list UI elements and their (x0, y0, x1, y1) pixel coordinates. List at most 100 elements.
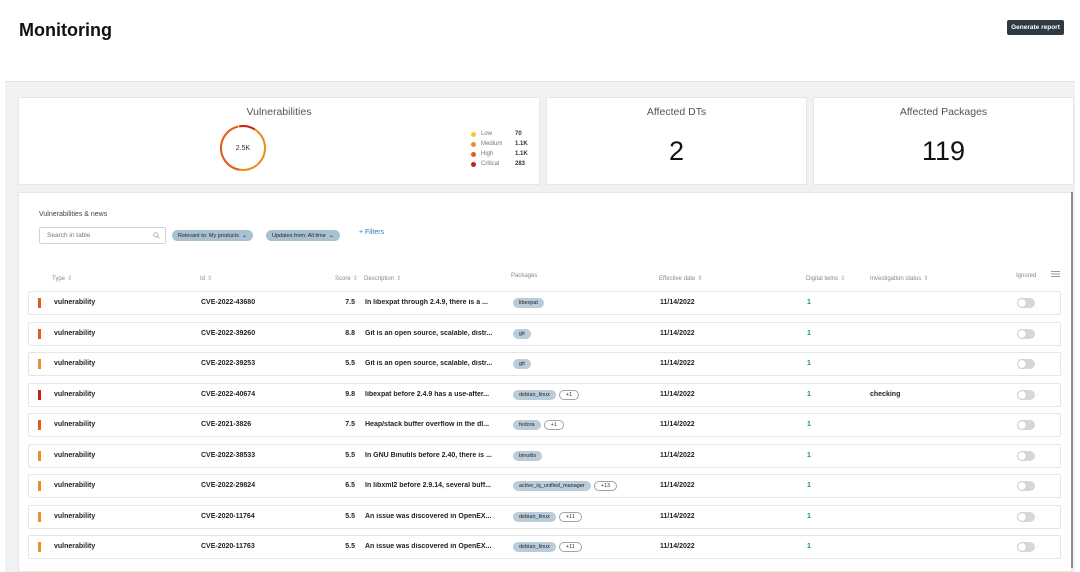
table-row[interactable]: vulnerability CVE-2022-39260 8.8 Git is … (28, 321, 1061, 346)
affected-packages-title: Affected Packages (899, 106, 988, 118)
digital-twins-link[interactable]: 1 (807, 543, 811, 550)
ignored-toggle[interactable] (1017, 420, 1035, 430)
package-chip[interactable]: debian_linux (513, 542, 556, 552)
package-chip[interactable]: git (513, 359, 531, 369)
description-cell: Heap/stack buffer overflow in the dl... (365, 421, 490, 428)
generate-report-button[interactable]: Generate report (1007, 20, 1064, 35)
table-row[interactable]: vulnerability CVE-2022-43680 7.5 In libe… (28, 291, 1061, 315)
packages-cell: git (513, 328, 531, 339)
legend-dot-icon (471, 141, 476, 147)
column-header-digital-twins[interactable]: Digital twins ⇕ (806, 275, 845, 282)
vulnerabilities-card: Vulnerabilities 2.5K Low 70 Medium 1.1K … (18, 97, 540, 185)
column-header-type[interactable]: Type ⇕ (52, 275, 72, 282)
ignored-toggle[interactable] (1017, 450, 1035, 461)
effective-date-cell: 11/14/2022 (660, 512, 695, 520)
add-filters-button[interactable]: + Filters (359, 229, 384, 236)
ignored-toggle[interactable] (1017, 359, 1035, 369)
description-cell: An issue was discovered in OpenEX... (365, 512, 492, 520)
packages-cell: debian_linux +11 (513, 511, 582, 522)
toggle-knob (1018, 543, 1026, 551)
type-cell: vulnerability (54, 543, 96, 550)
legend-item-critical: Critical 283 (471, 159, 528, 169)
column-header-packages: Packages (511, 273, 537, 279)
ignored-toggle[interactable] (1017, 481, 1035, 491)
digital-twins-link[interactable]: 1 (807, 360, 811, 367)
affected-dts-value: 2 (668, 136, 685, 166)
ignored-toggle[interactable] (1017, 298, 1035, 308)
column-header-investigation-status[interactable]: Investigation status ⇕ (870, 275, 928, 282)
severity-indicator (38, 298, 41, 308)
affected-packages-card: Affected Packages 119 (813, 97, 1074, 185)
package-chip[interactable]: git (513, 328, 531, 339)
more-packages-badge[interactable]: +1 (543, 420, 564, 430)
type-cell: vulnerability (54, 421, 96, 428)
filter-chip-updates[interactable]: Updates from: All time ⌄ (266, 230, 340, 241)
sort-icon: ⇕ (352, 276, 358, 282)
digital-twins-link[interactable]: 1 (807, 452, 811, 459)
package-chip[interactable]: debian_linux (513, 389, 556, 400)
column-header-ignored: Ignored (1016, 273, 1036, 279)
legend-item-low: Low 70 (471, 129, 528, 139)
more-packages-badge[interactable]: +13 (593, 481, 618, 491)
description-cell: libexpat before 2.4.9 has a use-after... (365, 390, 490, 398)
more-packages-badge[interactable]: +1 (558, 389, 580, 400)
table-row[interactable]: vulnerability CVE-2022-29824 6.5 In libx… (28, 474, 1061, 498)
column-header-score[interactable]: Score ⇕ (335, 275, 358, 282)
sort-icon: ⇕ (396, 276, 402, 282)
ignored-toggle[interactable] (1017, 328, 1035, 339)
column-header-id[interactable]: Id ⇕ (200, 275, 212, 282)
package-chip[interactable]: active_iq_unified_manager (513, 481, 591, 491)
search-input[interactable] (47, 232, 147, 239)
ignored-toggle[interactable] (1017, 389, 1035, 400)
ignored-toggle[interactable] (1017, 542, 1035, 552)
more-packages-badge[interactable]: +11 (558, 542, 582, 552)
legend-dot-icon (471, 151, 476, 157)
column-header-effective-date[interactable]: Effective date ⇕ (659, 275, 702, 282)
description-cell: In libexpat through 2.4.9, there is a ..… (365, 299, 488, 306)
search-field[interactable] (39, 227, 166, 244)
digital-twins-link[interactable]: 1 (807, 391, 811, 398)
sort-icon: ⇕ (923, 276, 929, 282)
sort-icon: ⇕ (840, 276, 846, 282)
packages-cell: debian_linux +11 (513, 542, 582, 552)
legend-label: High (481, 151, 494, 157)
digital-twins-link[interactable]: 1 (807, 330, 811, 337)
id-cell: CVE-2021-3826 (201, 421, 252, 428)
type-cell: vulnerability (54, 390, 96, 398)
scrollbar[interactable] (1071, 192, 1073, 568)
column-header-description[interactable]: Description ⇕ (364, 275, 401, 282)
column-header-label: Description (364, 276, 395, 282)
table-row[interactable]: vulnerability CVE-2022-40674 9.8 libexpa… (28, 382, 1061, 407)
package-chip[interactable]: binutils (513, 450, 543, 461)
vulnerabilities-legend: Low 70 Medium 1.1K High 1.1K Critical 28… (471, 129, 528, 169)
legend-dot-icon (471, 131, 476, 137)
description-cell: In libxml2 before 2.9.14, several buff..… (365, 482, 492, 489)
table-row[interactable]: vulnerability CVE-2022-38533 5.5 In GNU … (28, 443, 1061, 468)
package-chip[interactable]: fedora (513, 420, 541, 430)
filter-chip-relevant[interactable]: Relevant to: My products ⌄ (172, 230, 253, 241)
packages-cell: debian_linux +1 (513, 389, 580, 400)
type-cell: vulnerability (54, 360, 96, 367)
toggle-knob (1018, 451, 1026, 460)
table-row[interactable]: vulnerability CVE-2021-3826 7.5 Heap/sta… (28, 413, 1061, 437)
column-header-label: Score (335, 276, 351, 282)
package-chip[interactable]: libexpat (513, 298, 544, 308)
severity-indicator (38, 481, 41, 491)
table-row[interactable]: vulnerability CVE-2020-11764 5.5 An issu… (28, 504, 1061, 529)
digital-twins-link[interactable]: 1 (807, 299, 811, 306)
search-icon[interactable] (153, 232, 160, 239)
table-row[interactable]: vulnerability CVE-2020-11763 5.5 An issu… (28, 535, 1061, 559)
vulnerabilities-card-title: Vulnerabilities (246, 106, 312, 118)
digital-twins-link[interactable]: 1 (807, 482, 811, 489)
severity-indicator (38, 389, 41, 400)
digital-twins-link[interactable]: 1 (807, 421, 811, 428)
package-chip[interactable]: debian_linux (513, 511, 556, 522)
column-menu-icon[interactable] (1051, 271, 1060, 277)
ignored-toggle[interactable] (1017, 511, 1035, 522)
digital-twins-link[interactable]: 1 (807, 513, 811, 520)
packages-cell: binutils (513, 450, 543, 461)
packages-cell: active_iq_unified_manager +13 (513, 481, 618, 491)
table-row[interactable]: vulnerability CVE-2022-39253 5.5 Git is … (28, 352, 1061, 376)
toggle-knob (1018, 482, 1026, 490)
more-packages-badge[interactable]: +11 (558, 511, 582, 522)
